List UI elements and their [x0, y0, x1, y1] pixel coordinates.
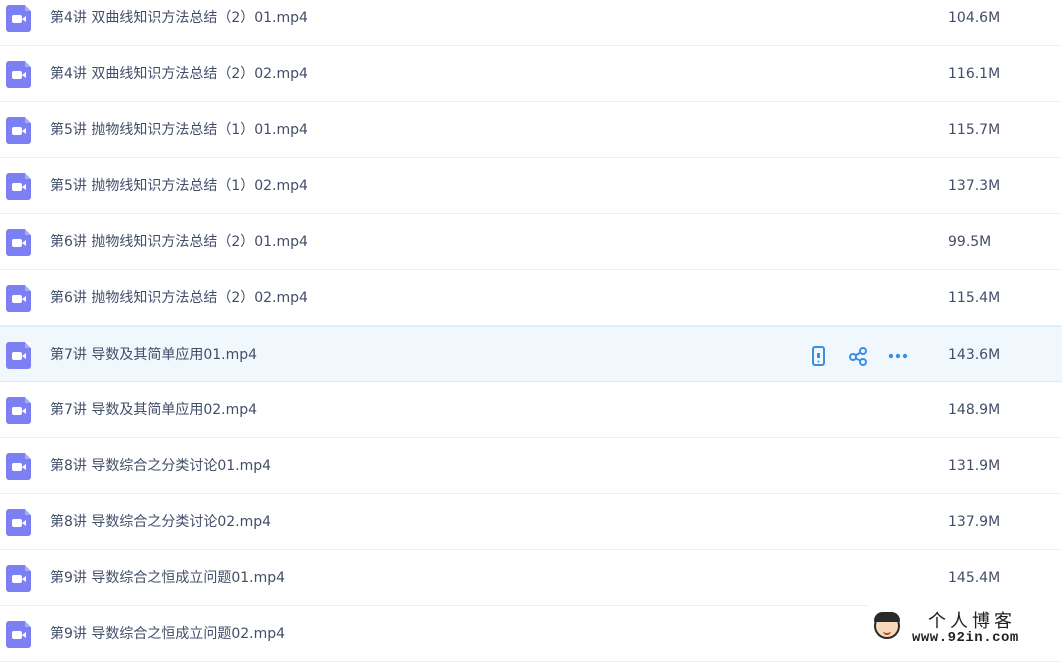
- file-name[interactable]: 第5讲 抛物线知识方法总结（1）02.mp4: [50, 176, 308, 196]
- file-size: 145.4M: [948, 570, 1001, 586]
- file-name[interactable]: 第5讲 抛物线知识方法总结（1）01.mp4: [50, 120, 308, 140]
- file-size: 115.7M: [948, 122, 1001, 138]
- file-size: 131.9M: [948, 458, 1001, 474]
- file-name[interactable]: 第6讲 抛物线知识方法总结（2）02.mp4: [50, 288, 308, 308]
- file-row[interactable]: 第6讲 抛物线知识方法总结（2）01.mp4 99.5M: [0, 214, 1062, 270]
- file-row[interactable]: 第8讲 导数综合之分类讨论02.mp4 137.9M: [0, 494, 1062, 550]
- avatar-logo: [874, 612, 900, 639]
- row-actions: [806, 344, 926, 368]
- share-icon[interactable]: [846, 344, 870, 368]
- file-name[interactable]: 第4讲 双曲线知识方法总结（2）02.mp4: [50, 64, 308, 84]
- file-name[interactable]: 第6讲 抛物线知识方法总结（2）01.mp4: [50, 232, 308, 252]
- file-name[interactable]: 第8讲 导数综合之分类讨论02.mp4: [50, 512, 271, 532]
- file-row[interactable]: 第5讲 抛物线知识方法总结（1）02.mp4 137.3M: [0, 158, 1062, 214]
- file-name[interactable]: 第8讲 导数综合之分类讨论01.mp4: [50, 456, 271, 476]
- video-file-icon: [6, 229, 31, 256]
- file-row[interactable]: 第6讲 抛物线知识方法总结（2）02.mp4 115.4M: [0, 270, 1062, 326]
- more-icon[interactable]: [886, 344, 910, 368]
- video-file-icon: [6, 342, 31, 369]
- video-file-icon: [6, 509, 31, 536]
- video-file-icon: [6, 397, 31, 424]
- video-file-icon: [6, 117, 31, 144]
- file-name[interactable]: 第9讲 导数综合之恒成立问题02.mp4: [50, 624, 285, 644]
- file-row[interactable]: 第4讲 双曲线知识方法总结（2）02.mp4 116.1M: [0, 46, 1062, 102]
- video-file-icon: [6, 285, 31, 312]
- watermark-url: www.92in.com: [912, 630, 1019, 646]
- file-row[interactable]: 第8讲 导数综合之分类讨论01.mp4 131.9M: [0, 438, 1062, 494]
- watermark: 个人博客 www.92in.com: [868, 604, 1062, 649]
- file-size: 99.5M: [948, 234, 992, 250]
- file-name[interactable]: 第4讲 双曲线知识方法总结（2）01.mp4: [50, 8, 308, 28]
- file-name[interactable]: 第7讲 导数及其简单应用02.mp4: [50, 400, 257, 420]
- file-row[interactable]: 第7讲 导数及其简单应用02.mp4 148.9M: [0, 382, 1062, 438]
- video-file-icon: [6, 621, 31, 648]
- file-name[interactable]: 第7讲 导数及其简单应用01.mp4: [50, 345, 257, 365]
- video-file-icon: [6, 173, 31, 200]
- file-row[interactable]: 第5讲 抛物线知识方法总结（1）01.mp4 115.7M: [0, 102, 1062, 158]
- video-file-icon: [6, 5, 31, 32]
- file-size: 104.6M: [948, 10, 1001, 26]
- file-size: 148.9M: [948, 402, 1001, 418]
- file-size: 115.4M: [948, 290, 1001, 306]
- file-list: 第4讲 双曲线知识方法总结（2）01.mp4 104.6M 第4讲 双曲线知识方法总…: [0, 0, 1062, 662]
- file-row[interactable]: 第4讲 双曲线知识方法总结（2）01.mp4 104.6M: [0, 0, 1062, 46]
- file-name[interactable]: 第9讲 导数综合之恒成立问题01.mp4: [50, 568, 285, 588]
- file-row[interactable]: 第7讲 导数及其简单应用01.mp4 143.6M: [0, 326, 1062, 382]
- phone-icon[interactable]: [806, 344, 830, 368]
- file-size: 137.9M: [948, 514, 1001, 530]
- file-size: 116.1M: [948, 66, 1001, 82]
- file-row[interactable]: 第9讲 导数综合之恒成立问题01.mp4 145.4M: [0, 550, 1062, 606]
- file-size: 137.3M: [948, 178, 1001, 194]
- video-file-icon: [6, 565, 31, 592]
- video-file-icon: [6, 61, 31, 88]
- video-file-icon: [6, 453, 31, 480]
- file-size: 143.6M: [948, 347, 1001, 363]
